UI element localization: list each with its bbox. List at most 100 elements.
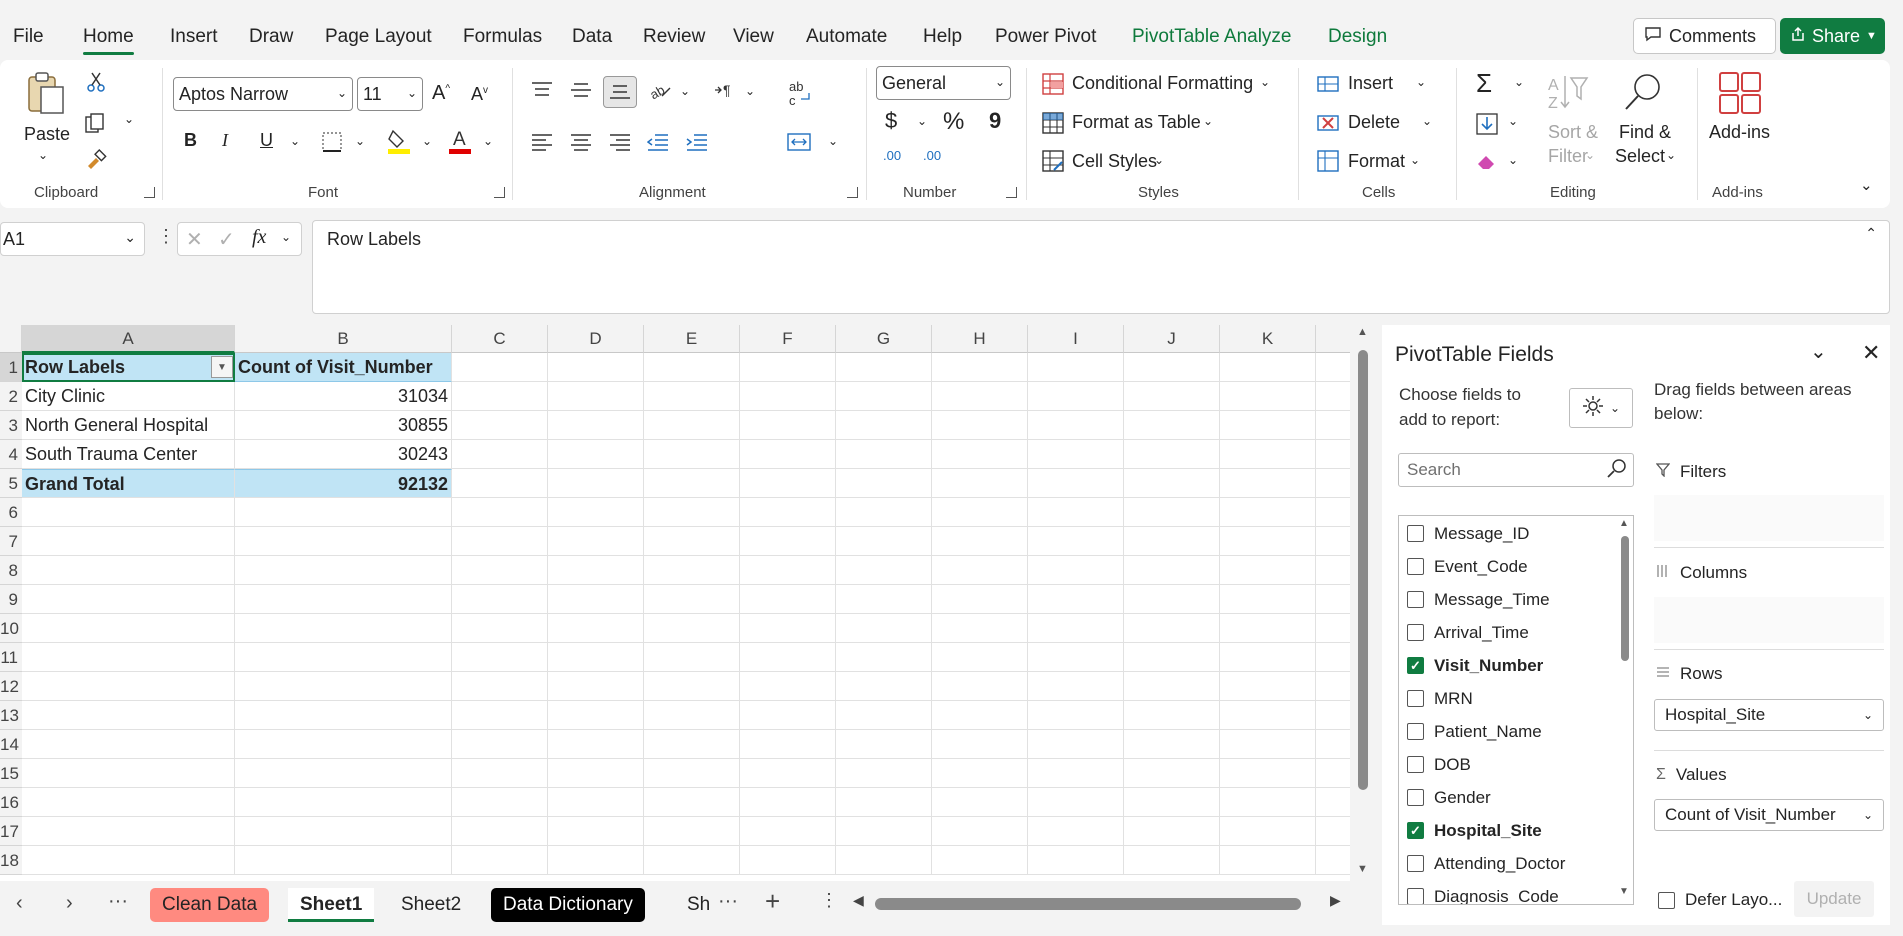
- grid-cell[interactable]: [1316, 556, 1350, 585]
- field-item[interactable]: Message_ID: [1407, 520, 1529, 547]
- grid-cell[interactable]: [1220, 788, 1316, 817]
- grid-cell[interactable]: [548, 846, 644, 875]
- percent-button[interactable]: %: [943, 108, 964, 136]
- format-as-table-icon[interactable]: [1041, 111, 1065, 135]
- italic-button[interactable]: I: [222, 130, 228, 151]
- grid-cell[interactable]: [548, 759, 644, 788]
- column-header-c[interactable]: C: [452, 325, 548, 353]
- grid-cell[interactable]: [1124, 527, 1220, 556]
- find-select-label-2[interactable]: Select: [1615, 146, 1665, 167]
- decrease-indent-icon[interactable]: [646, 130, 670, 154]
- rows-field-chip[interactable]: Hospital_Site ⌄: [1654, 699, 1884, 731]
- tab-automate[interactable]: Automate: [806, 26, 887, 48]
- scroll-down-icon[interactable]: ▼: [1619, 886, 1629, 897]
- merge-center-icon[interactable]: [786, 130, 812, 154]
- grid-cell[interactable]: [452, 759, 548, 788]
- grid-cell[interactable]: [1220, 469, 1316, 498]
- row-header[interactable]: 6: [0, 498, 22, 527]
- sheet-tab-data-dictionary[interactable]: Data Dictionary: [491, 888, 645, 922]
- currency-chevron-icon[interactable]: ⌄: [917, 114, 927, 128]
- row-header[interactable]: 11: [0, 643, 22, 672]
- grid-cell[interactable]: [22, 527, 235, 556]
- grid-cell[interactable]: [1028, 353, 1124, 382]
- field-item[interactable]: Diagnosis_Code: [1407, 883, 1559, 904]
- chevron-down-icon[interactable]: ⌄: [1863, 800, 1873, 830]
- tab-pivottable-analyze[interactable]: PivotTable Analyze: [1132, 26, 1292, 48]
- grid-cell[interactable]: [235, 527, 452, 556]
- grid-cell[interactable]: [22, 643, 235, 672]
- grid-cell[interactable]: [1220, 556, 1316, 585]
- grid-cell[interactable]: [1220, 527, 1316, 556]
- grid-cell[interactable]: [644, 382, 740, 411]
- grid-cell[interactable]: [740, 788, 836, 817]
- grid-cell[interactable]: [1124, 730, 1220, 759]
- grid-cell[interactable]: [548, 353, 644, 382]
- next-sheet-icon[interactable]: ›: [66, 892, 73, 915]
- row-header[interactable]: 4: [0, 440, 22, 469]
- formula-input[interactable]: Row Labels ⌃: [312, 220, 1890, 314]
- row-header[interactable]: 1: [0, 353, 22, 382]
- grid-cell[interactable]: [1028, 672, 1124, 701]
- grid-cell[interactable]: [22, 556, 235, 585]
- clear-chevron-icon[interactable]: ⌄: [1508, 153, 1518, 167]
- wrap-text-icon[interactable]: ab c: [786, 78, 814, 108]
- grid-cell[interactable]: [836, 788, 932, 817]
- grid-cell[interactable]: [235, 498, 452, 527]
- grid-cell[interactable]: [740, 701, 836, 730]
- grid-cell[interactable]: [1316, 498, 1350, 527]
- checkbox-icon[interactable]: [1407, 525, 1424, 542]
- orientation-icon[interactable]: ab: [646, 78, 674, 102]
- grid-cell[interactable]: [836, 730, 932, 759]
- conditional-chevron-icon[interactable]: ⌄: [1260, 75, 1270, 89]
- format-as-table-label[interactable]: Format as Table: [1072, 112, 1201, 133]
- grid-cell[interactable]: [1220, 614, 1316, 643]
- filter-dropdown-icon[interactable]: ▼: [211, 356, 233, 378]
- align-middle-icon[interactable]: [569, 78, 593, 102]
- checkbox-icon[interactable]: [1407, 558, 1424, 575]
- grid-cell[interactable]: [1028, 788, 1124, 817]
- column-header-h[interactable]: H: [932, 325, 1028, 353]
- update-button[interactable]: Update: [1794, 881, 1874, 917]
- pivot-row-value[interactable]: 30243: [235, 440, 452, 469]
- grid-cell[interactable]: [1028, 846, 1124, 875]
- grid-cell[interactable]: [836, 382, 932, 411]
- pivot-value-header[interactable]: Count of Visit_Number: [235, 353, 452, 382]
- tab-file[interactable]: File: [13, 26, 44, 48]
- grid-cell[interactable]: [1028, 759, 1124, 788]
- column-header-j[interactable]: J: [1124, 325, 1220, 353]
- enter-check-icon[interactable]: ✓: [218, 227, 235, 252]
- font-name-select[interactable]: Aptos Narrow ⌄: [173, 77, 353, 111]
- more-sheets-icon[interactable]: ···: [718, 890, 738, 913]
- decrease-font-icon[interactable]: Av: [471, 84, 488, 105]
- chevron-down-icon[interactable]: ⌄: [281, 230, 291, 244]
- field-item[interactable]: MRN: [1407, 685, 1473, 712]
- grid-cell[interactable]: [836, 498, 932, 527]
- grid-cell[interactable]: [740, 440, 836, 469]
- grid-cell[interactable]: [1028, 469, 1124, 498]
- pivot-row-label[interactable]: South Trauma Center: [22, 440, 235, 469]
- row-header[interactable]: 3: [0, 411, 22, 440]
- select-all-corner[interactable]: [0, 325, 22, 353]
- grid-cell[interactable]: [548, 585, 644, 614]
- pivot-row-label[interactable]: City Clinic: [22, 382, 235, 411]
- grid-cell[interactable]: [548, 788, 644, 817]
- grid-cell[interactable]: [836, 585, 932, 614]
- spreadsheet-grid[interactable]: A B C D E F G H I J K 1 2 3 4 5 6 7 8 9 10 11 12 13 1…: [0, 325, 1350, 881]
- grid-cell[interactable]: [644, 556, 740, 585]
- grid-cell[interactable]: [740, 643, 836, 672]
- row-header[interactable]: 18: [0, 846, 22, 875]
- share-button[interactable]: Share ▼: [1780, 18, 1885, 54]
- grid-cell[interactable]: [1124, 701, 1220, 730]
- grid-cell[interactable]: [740, 527, 836, 556]
- grid-cell[interactable]: [1220, 643, 1316, 672]
- grid-cell[interactable]: [836, 527, 932, 556]
- grid-cell[interactable]: [452, 382, 548, 411]
- field-list-scrollbar[interactable]: ▲ ▼: [1615, 516, 1633, 904]
- values-field-chip[interactable]: Count of Visit_Number ⌄: [1654, 799, 1884, 831]
- grid-cell[interactable]: [740, 730, 836, 759]
- grid-cell[interactable]: [1124, 556, 1220, 585]
- column-header-d[interactable]: D: [548, 325, 644, 353]
- grid-cell[interactable]: [644, 759, 740, 788]
- grid-cell[interactable]: [235, 672, 452, 701]
- grid-cell[interactable]: [1220, 701, 1316, 730]
